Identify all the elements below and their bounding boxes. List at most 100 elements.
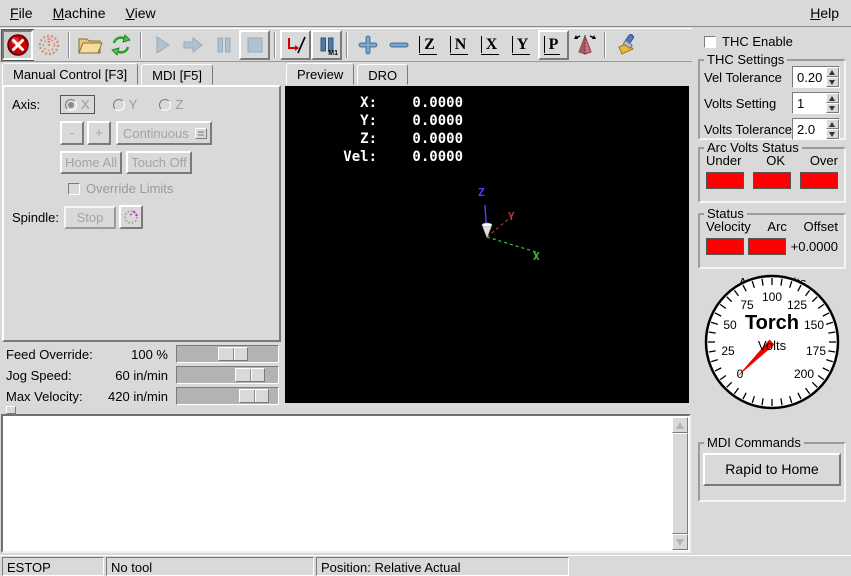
ok-label: OK [766,153,785,168]
zoom-in-button[interactable] [352,30,383,60]
over-indicator [800,172,838,189]
spin-down-arrow[interactable] [826,103,839,113]
scroll-up-arrow-icon[interactable] [672,417,688,433]
spin-down-arrow[interactable] [826,129,839,139]
stop-button[interactable] [239,30,270,60]
zoom-out-button[interactable] [383,30,414,60]
volts-setting-spinbox[interactable]: 1 [792,92,840,114]
open-folder-icon [77,34,103,56]
tab-manual-control[interactable]: Manual Control [F3] [2,63,138,85]
plus-icon [358,35,378,55]
spin-up-arrow[interactable] [826,67,839,77]
open-file-button[interactable] [74,30,105,60]
view-p-button[interactable]: P [538,30,569,60]
view-z2-button[interactable]: N [445,30,476,60]
max-velocity-value: 420 in/min [108,389,168,404]
axis-y-label: Y [129,97,138,112]
clear-plot-button[interactable] [610,30,641,60]
jog-mode-value: Continuous [123,126,189,141]
step-arrow-icon [181,34,205,56]
spin-down-arrow[interactable] [826,77,839,87]
view-y-button[interactable]: Y [507,30,538,60]
override-limits-label: Override Limits [86,181,173,196]
thc-settings-title: THC Settings [704,52,787,67]
vel-tolerance-label: Vel Tolerance [704,70,792,85]
brush-icon [613,33,639,57]
estop-button[interactable] [2,30,33,60]
slider-handle[interactable] [218,347,248,361]
dropdown-indicator-icon [195,128,207,139]
run-from-line-button[interactable] [280,30,311,60]
max-velocity-label: Max Velocity: [6,389,83,404]
spindle-brake-button[interactable] [119,205,143,229]
tab-preview[interactable]: Preview [286,63,354,85]
vel-tolerance-spinbox[interactable]: 0.20 [792,66,840,88]
scroll-down-arrow-icon[interactable] [672,534,688,550]
volts-tolerance-label: Volts Tolerance [704,122,792,137]
tab-dro[interactable]: DRO [357,64,408,85]
thc-enable-checkbox[interactable] [704,36,716,48]
override-limits-checkbox[interactable] [68,183,80,195]
slider-handle[interactable] [239,389,269,403]
dro-vel-label: Vel: [333,148,377,166]
gauge-tick-label: 200 [794,367,814,381]
view-z-icon: Z [422,36,437,54]
statusbar-position-mode: Position: Relative Actual [316,557,569,576]
stop-icon [246,36,264,54]
dotted-swirl-icon [122,208,140,226]
menu-machine[interactable]: Machine [43,1,116,25]
volts-tolerance-spinbox[interactable]: 2.0 [792,118,840,140]
view-x-button[interactable]: X [476,30,507,60]
axis-z-label: Z [175,97,183,112]
axis-x-label: X [81,97,90,112]
axis-radio-x[interactable]: X [60,95,95,114]
message-log[interactable] [1,414,691,553]
jog-minus-button[interactable]: - [60,121,84,145]
home-all-button[interactable]: Home All [60,151,122,174]
spindle-stop-button[interactable]: Stop [64,206,116,229]
scrollbar-thumb[interactable] [672,433,688,534]
menu-view[interactable]: View [116,1,166,25]
rapid-to-home-button[interactable]: Rapid to Home [703,453,841,486]
reload-button[interactable] [105,30,136,60]
touch-off-button[interactable]: Touch Off [126,151,192,174]
max-velocity-row: Max Velocity: 420 in/min [0,386,281,406]
slider-handle[interactable] [235,368,265,382]
run-button[interactable] [146,30,177,60]
under-indicator [706,172,744,189]
jog-speed-slider[interactable] [176,366,279,384]
axis-radio-z[interactable]: Z [155,96,187,113]
feed-override-slider[interactable] [176,345,279,363]
status-group: Status Velocity Arc Offset +0.0000 [698,213,846,269]
toolbar-separator [68,32,70,58]
spin-up-arrow[interactable] [826,93,839,103]
preview-canvas[interactable]: X:0.0000 Y:0.0000 Z:0.0000 Vel:0.0000 Z … [285,86,689,403]
menu-file[interactable]: File [0,1,43,25]
axis-origin-indicator [450,195,560,275]
axis-label: Axis: [12,97,60,112]
view-z-button[interactable]: Z [414,30,445,60]
message-scrollbar[interactable] [672,417,688,550]
dro-z-value: 0.0000 [377,130,463,148]
jog-speed-row: Jog Speed: 60 in/min [0,365,281,385]
optional-stop-m1-button[interactable]: M1 [311,30,342,60]
spin-up-arrow[interactable] [826,119,839,129]
menu-help[interactable]: Help [798,1,851,25]
tab-mdi[interactable]: MDI [F5] [141,64,213,85]
max-velocity-slider[interactable] [176,387,279,405]
pause-button[interactable] [208,30,239,60]
reload-icon [109,33,133,57]
dro-vel-value: 0.0000 [377,148,463,166]
axis-radio-y[interactable]: Y [109,96,142,113]
step-button[interactable] [177,30,208,60]
pane-sash-grip[interactable] [6,406,16,414]
jog-plus-button[interactable]: + [87,121,111,145]
volts-setting-label: Volts Setting [704,96,792,111]
over-label: Over [810,153,838,168]
gauge-tick-label: 25 [721,344,734,358]
jog-mode-dropdown[interactable]: Continuous [116,121,212,145]
machine-power-button[interactable] [33,30,64,60]
rotate-view-button[interactable] [569,30,600,60]
axis-x-label: X [533,250,540,263]
velocity-indicator [706,238,744,255]
